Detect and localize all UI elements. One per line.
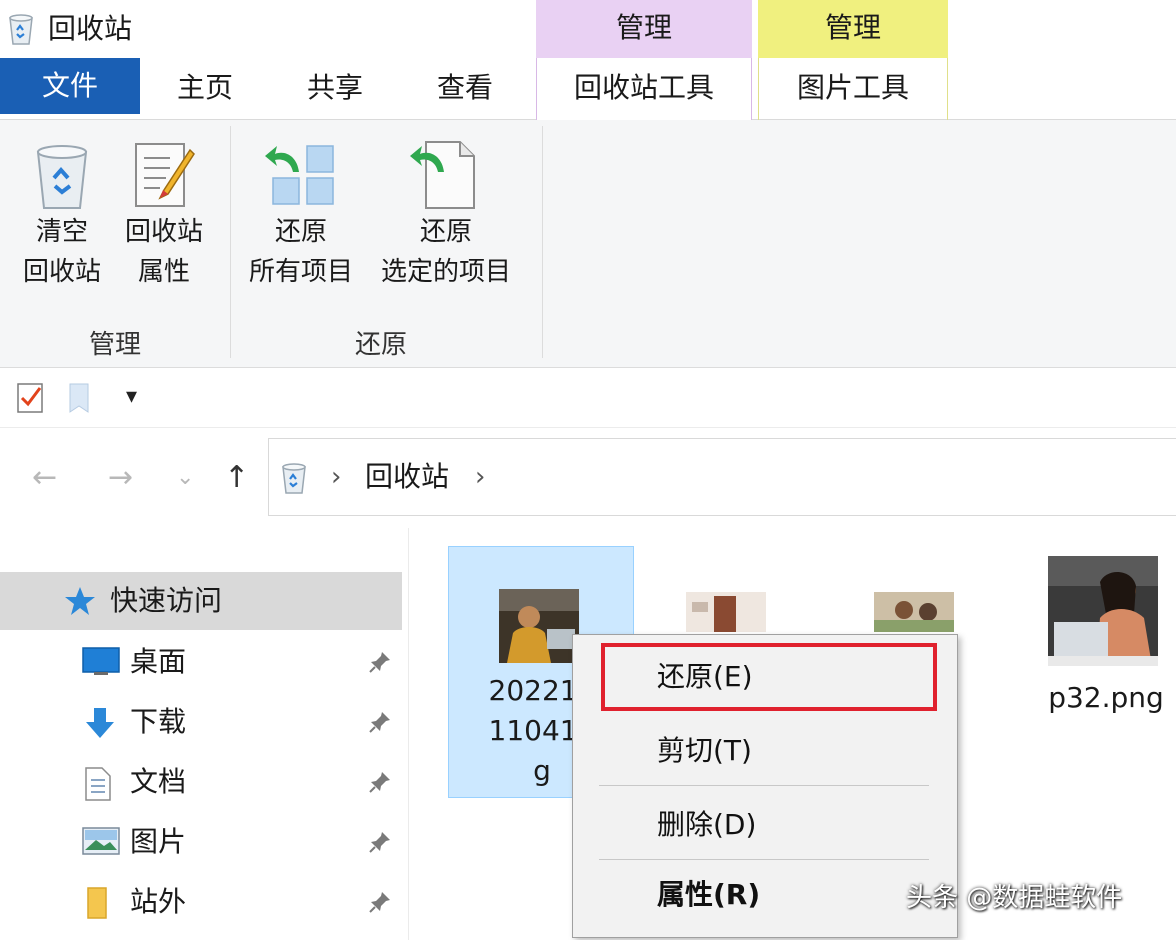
sidebar-item-downloads[interactable]: 下载 (0, 692, 402, 752)
pin-icon[interactable] (368, 710, 392, 734)
forward-button[interactable]: → (108, 458, 133, 498)
sidebar-item-folder[interactable]: 站外 (0, 872, 402, 932)
title-bar: 回收站 管理 管理 (0, 0, 1176, 58)
restore-all-icon (265, 145, 334, 205)
watermark: 头条 @数据蛙软件 (906, 883, 1123, 913)
image-thumbnail (874, 592, 954, 632)
restore-all-label-2: 所有项目 (248, 257, 353, 287)
tab-share[interactable]: 共享 (280, 58, 390, 120)
document-icon (85, 767, 111, 801)
menu-item-cut[interactable]: 剪切(T) (657, 731, 752, 771)
new-folder-icon[interactable] (66, 382, 92, 414)
properties-label-1: 回收站 (124, 217, 203, 247)
image-thumbnail (499, 589, 579, 663)
pin-icon[interactable] (368, 830, 392, 854)
sidebar-item-label: 文档 (130, 765, 187, 798)
restore-selected-label-2: 选定的项目 (380, 257, 511, 287)
sidebar-item-quick-access[interactable]: 快速访问 (0, 572, 402, 630)
ribbon-tabs: 文件 主页 共享 查看 回收站工具 图片工具 (0, 58, 1176, 121)
ribbon-separator (542, 126, 543, 358)
file-item-p32[interactable]: p32.png (1038, 552, 1174, 732)
file-item[interactable]: g (874, 592, 954, 712)
sidebar-item-label: 图片 (130, 825, 187, 858)
sidebar-item-label: 下载 (130, 705, 187, 738)
back-button[interactable]: ← (32, 458, 57, 498)
restore-all-label-1: 还原 (274, 217, 327, 247)
recycle-bin-icon (36, 145, 88, 209)
recent-locations-button[interactable]: ⌄ (176, 458, 194, 498)
customize-toolbar-dropdown[interactable]: ▾ (126, 384, 137, 409)
menu-item-properties[interactable]: 属性(R) (657, 875, 760, 915)
tab-recycle-bin-tools[interactable]: 回收站工具 (536, 58, 752, 121)
sidebar-item-desktop[interactable]: 桌面 (0, 632, 402, 692)
empty-recycle-bin-label-2: 回收站 (22, 257, 101, 287)
file-name: p32.png (1048, 681, 1164, 714)
recycle-bin-properties-button[interactable]: 回收站 属性 (116, 138, 212, 292)
pin-icon[interactable] (368, 890, 392, 914)
context-tab-header-manage-recycle: 管理 (536, 0, 752, 58)
recycle-bin-icon (282, 463, 306, 494)
ribbon-separator (230, 126, 231, 358)
restore-all-items-button[interactable]: 还原 所有项目 (238, 138, 364, 292)
ribbon: 清空 回收站 回收站 属性 管理 还原 所有项目 还原 选定的项目 还原 (0, 120, 1176, 368)
sidebar-item-label: 站外 (130, 885, 187, 918)
recycle-bin-icon (9, 14, 33, 45)
context-tab-header-manage-picture: 管理 (758, 0, 948, 58)
download-icon (86, 708, 114, 738)
context-menu: 还原(E) 剪切(T) 删除(D) 属性(R) (572, 634, 958, 938)
star-icon (65, 587, 95, 615)
highlight-box (601, 643, 937, 711)
sidebar-item-pictures[interactable]: 图片 (0, 812, 402, 872)
restore-selected-icon (410, 141, 475, 209)
menu-item-restore[interactable]: 还原(E) (657, 657, 753, 697)
menu-separator (599, 859, 929, 860)
pictures-icon (82, 827, 120, 855)
tab-file[interactable]: 文件 (0, 58, 140, 114)
properties-label-2: 属性 (137, 257, 190, 287)
tab-view[interactable]: 查看 (410, 58, 520, 120)
image-thumbnail (1048, 556, 1158, 666)
restore-selected-items-button[interactable]: 还原 选定的项目 (370, 138, 522, 292)
breadcrumb-chevron[interactable]: › (475, 459, 485, 495)
group-label-manage: 管理 (88, 330, 141, 360)
desktop-icon (82, 647, 120, 675)
quick-access-toolbar: ▾ (0, 368, 1176, 428)
quick-access-label: 快速访问 (110, 584, 223, 617)
tab-picture-tools[interactable]: 图片工具 (758, 58, 948, 120)
pane-divider (408, 528, 409, 940)
file-item[interactable] (686, 592, 766, 632)
breadcrumb-chevron[interactable]: › (331, 459, 341, 495)
sidebar-item-label: 桌面 (130, 645, 187, 678)
address-bar[interactable]: › 回收站 › (268, 438, 1176, 516)
sidebar-item-documents[interactable]: 文档 (0, 752, 402, 812)
folder-icon (87, 887, 107, 919)
pin-icon[interactable] (368, 770, 392, 794)
group-label-restore: 还原 (354, 330, 407, 360)
properties-icon (135, 143, 195, 207)
breadcrumb-recycle-bin[interactable]: 回收站 (365, 459, 449, 495)
window-title: 回收站 (48, 12, 133, 45)
empty-recycle-bin-label-1: 清空 (35, 217, 88, 247)
image-thumbnail (686, 592, 766, 632)
empty-recycle-bin-button[interactable]: 清空 回收站 (14, 138, 110, 292)
tab-home[interactable]: 主页 (150, 58, 260, 120)
properties-checkbox-icon[interactable] (16, 382, 46, 414)
menu-separator (599, 785, 929, 786)
navigation-bar: ← → ⌄ ↑ › 回收站 › (0, 428, 1176, 528)
pin-icon[interactable] (368, 650, 392, 674)
up-button[interactable]: ↑ (224, 458, 249, 498)
navigation-pane: 快速访问 桌面 下载 文档 图片 站外 (0, 528, 410, 940)
restore-selected-label-1: 还原 (419, 217, 472, 247)
menu-item-delete[interactable]: 删除(D) (657, 805, 756, 845)
